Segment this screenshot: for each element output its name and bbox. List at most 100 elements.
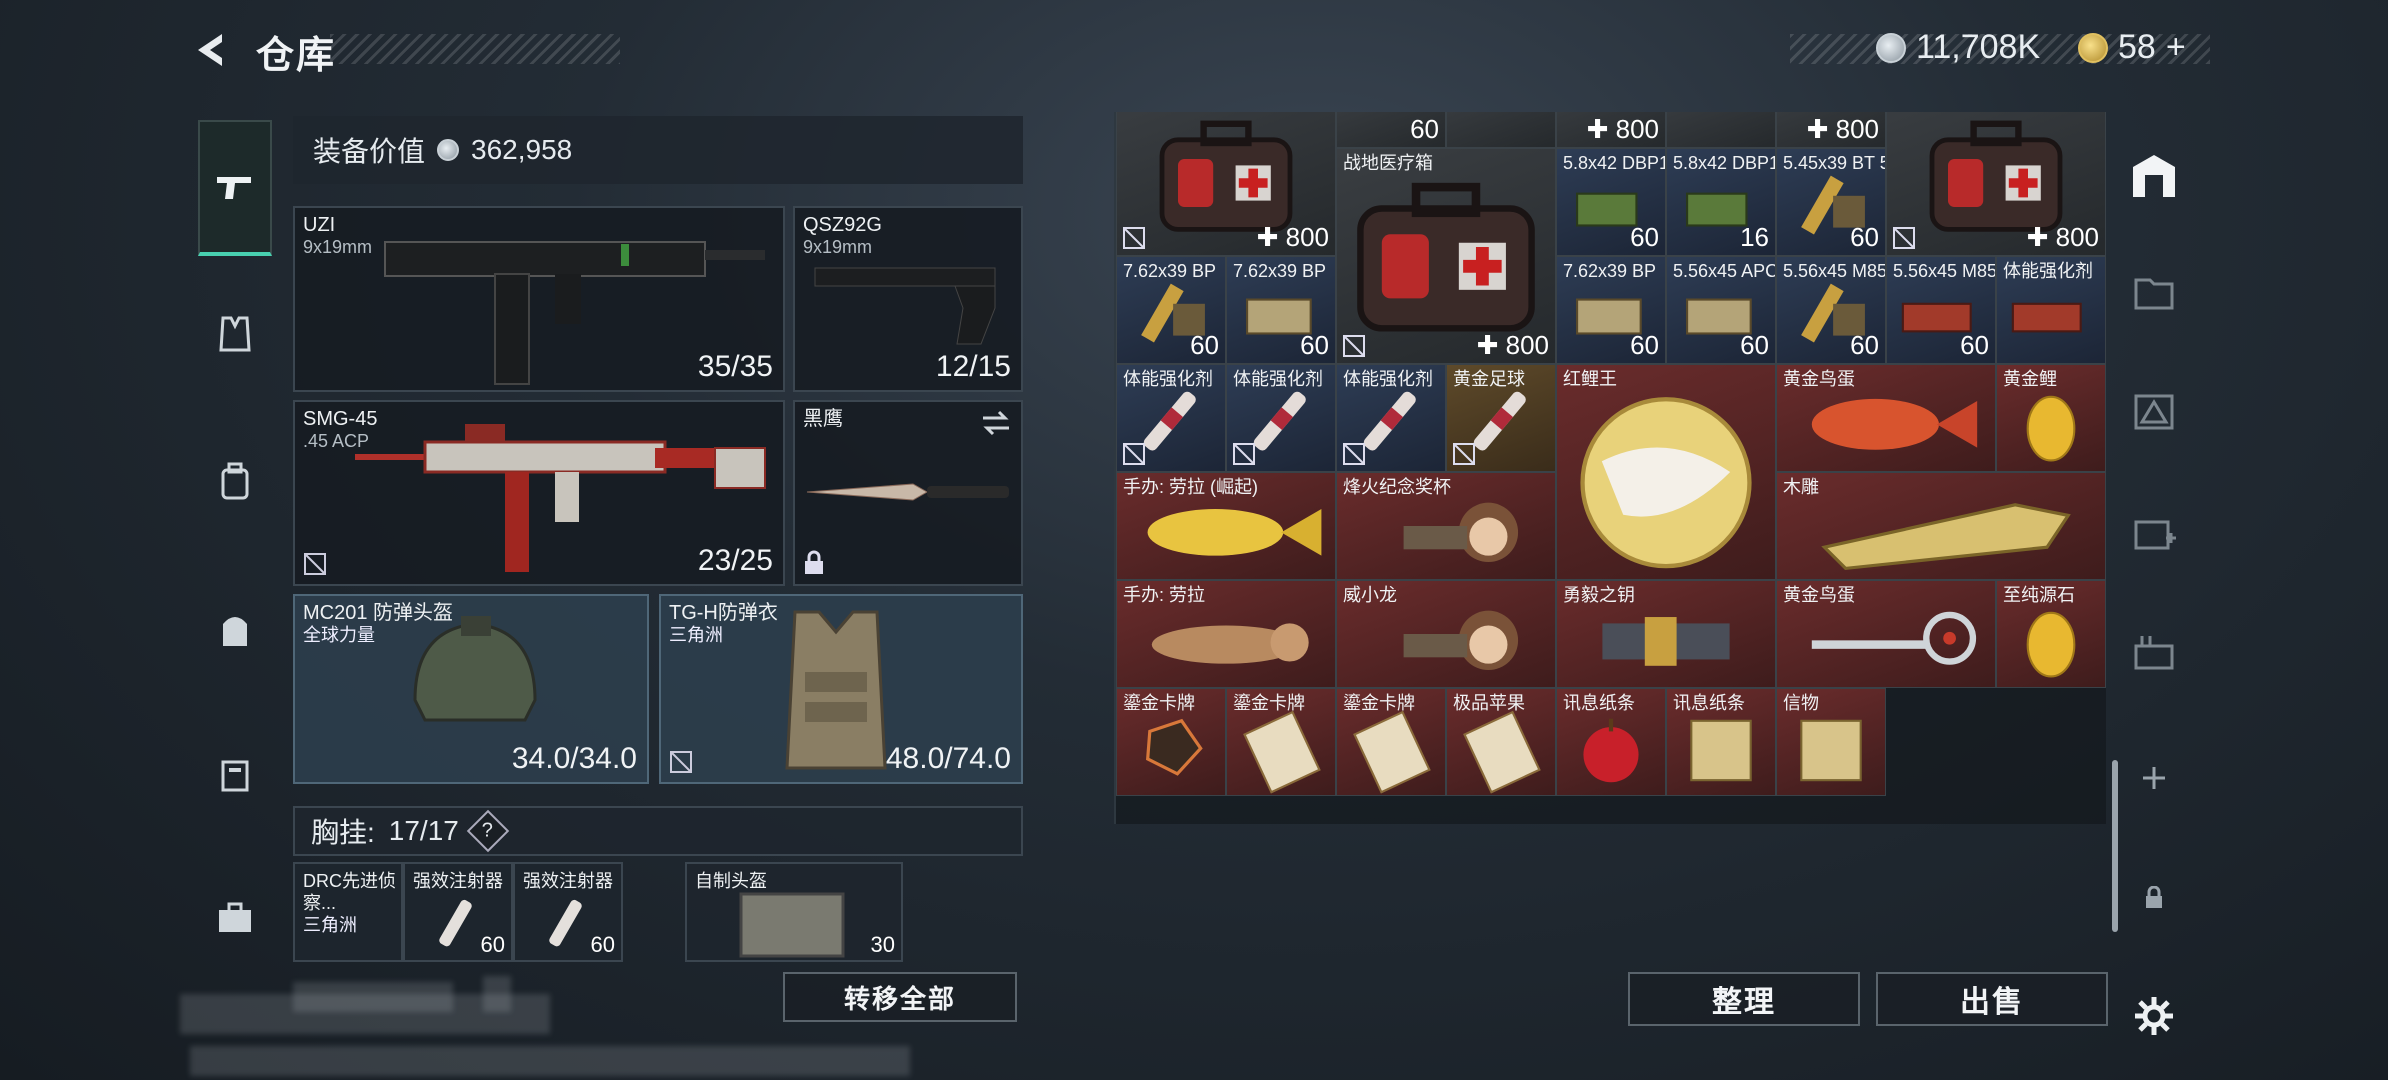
ammo-count: 35/35	[697, 350, 773, 383]
nav-backpack[interactable]	[198, 442, 272, 522]
primary-weapon-slot[interactable]: UZI 9x19mm 35/35	[293, 206, 785, 392]
stash-item[interactable]: 5.45x39 BT 5 60	[1776, 148, 1886, 256]
stash-item[interactable]: 极品苹果	[1446, 688, 1556, 796]
obscured-area	[190, 1046, 910, 1076]
stash-tab-main[interactable]	[2114, 136, 2194, 216]
no-insure-icon	[1343, 443, 1365, 465]
durability: 48.0/74.0	[885, 742, 1011, 775]
stash-item[interactable]: 黄金鲤	[1996, 364, 2106, 472]
item-name: 极品苹果	[1453, 693, 1525, 713]
stash-item[interactable]	[1446, 112, 1556, 148]
rig-item-slot[interactable]: 自制头盔 30	[685, 862, 903, 962]
item-name: 5.56x45 M855A1	[1893, 261, 1996, 281]
stash-item[interactable]: 勇毅之钥	[1556, 580, 1776, 688]
stash-tab-2[interactable]	[2114, 252, 2194, 332]
sell-button[interactable]: 出售	[1876, 972, 2108, 1026]
stash-item[interactable]: 至纯源石	[1996, 580, 2106, 688]
gear-icon[interactable]	[2114, 976, 2194, 1056]
silver-coin-icon	[1876, 32, 1906, 63]
back-arrow-icon[interactable]	[188, 28, 232, 72]
item-name: 鎏金卡牌	[1123, 693, 1195, 713]
nav-weapons[interactable]	[198, 120, 272, 256]
stash-item[interactable]: 5.8x42 DBP10 16	[1666, 148, 1776, 256]
nav-vest[interactable]	[198, 294, 272, 374]
item-name: 体能强化剂	[1233, 369, 1323, 389]
stash-item[interactable]: 5.8x42 DBP10 60	[1556, 148, 1666, 256]
case-icon	[221, 760, 249, 792]
stash-item[interactable]: 黄金足球	[1446, 364, 1556, 472]
stash-item[interactable]: 60	[1336, 112, 1446, 148]
stash-item[interactable]: ✚ 800	[1556, 112, 1666, 148]
obscured-area	[180, 994, 550, 1034]
stash-item[interactable]: ✚ 800	[1886, 112, 2106, 256]
transfer-all-button[interactable]: 转移全部	[783, 972, 1017, 1022]
sort-button[interactable]: 整理	[1628, 972, 1860, 1026]
stash-item[interactable]: 鎏金卡牌	[1336, 688, 1446, 796]
nav-case[interactable]	[198, 734, 272, 814]
stash-item[interactable]: 烽火纪念奖杯	[1336, 472, 1556, 580]
stash-tab-4[interactable]	[2114, 492, 2194, 572]
stash-item[interactable]: 鎏金卡牌	[1226, 688, 1336, 796]
stash-item[interactable]: 红鲤王	[1556, 364, 1776, 580]
rig-item-slot[interactable]: DRC先进侦察... 三角洲	[293, 862, 403, 962]
gold-currency[interactable]: 58 +	[2078, 28, 2186, 67]
item-value: ✚ 800	[1586, 114, 1659, 144]
rig-item-slot[interactable]: 强效注射器 60	[513, 862, 623, 962]
item-value: 60	[1630, 330, 1659, 360]
stash-tab-3[interactable]	[2114, 372, 2194, 452]
stash-item[interactable]: 5.56x45 APC 60	[1666, 256, 1776, 364]
stash-item[interactable]: 体能强化剂	[1336, 364, 1446, 472]
stash-item[interactable]: 鎏金卡牌	[1116, 688, 1226, 796]
stash-item[interactable]: 手办: 劳拉 (崛起)	[1116, 472, 1336, 580]
stash-tab-5[interactable]	[2114, 612, 2194, 692]
item-value: 60	[1410, 114, 1439, 144]
ammo-count: 12/15	[935, 350, 1011, 383]
stash-item[interactable]: 5.56x45 M855A1 60	[1776, 256, 1886, 364]
item-name: 手办: 劳拉 (崛起)	[1123, 477, 1258, 497]
stash-item[interactable]: 体能强化剂	[1226, 364, 1336, 472]
stash-item[interactable]: ✚ 800	[1776, 112, 1886, 148]
rig-items: DRC先进侦察... 三角洲 强效注射器 60 强效注射器 60 自制头盔 30	[293, 862, 1023, 962]
swap-icon[interactable]	[981, 410, 1011, 436]
rig-item-sub: 三角洲	[303, 915, 357, 935]
rig-item-slot[interactable]: 强效注射器 60	[403, 862, 513, 962]
stash-item[interactable]: 7.62x39 BP 60	[1116, 256, 1226, 364]
helmet-slot[interactable]: MC201 防弹头盔 全球力量 34.0/34.0	[293, 594, 649, 784]
item-name: 勇毅之钥	[1563, 585, 1635, 605]
stash-item[interactable]: 讯息纸条	[1666, 688, 1776, 796]
stash-item[interactable]: 讯息纸条	[1556, 688, 1666, 796]
stash-item[interactable]: 黄金鸟蛋	[1776, 364, 1996, 472]
stash-item[interactable]: 战地医疗箱 ✚ 800	[1336, 148, 1556, 364]
chest-rig-bar[interactable]: 胸挂: 17/17 ?	[293, 806, 1023, 856]
stash-item[interactable]: 体能强化剂	[1996, 256, 2106, 364]
stash-item[interactable]: 体能强化剂	[1116, 364, 1226, 472]
stash-item[interactable]: 手办: 劳拉	[1116, 580, 1336, 688]
lock-icon[interactable]	[2114, 858, 2194, 938]
item-value: ✚ 800	[2026, 222, 2099, 252]
add-currency-plus[interactable]: +	[2166, 28, 2186, 67]
nav-bag[interactable]	[198, 590, 272, 670]
stash-item[interactable]: ✚ 800	[1116, 112, 1336, 256]
nav-toolbox[interactable]	[198, 878, 272, 958]
rig-label: 胸挂:	[311, 817, 375, 848]
stash-grid: ✚ 800 60 ✚ 800 ✚ 800 ✚ 800 战地医疗箱 ✚ 800 5.8x42 D…	[1114, 112, 2106, 824]
secondary-weapon-slot[interactable]: SMG-45.45 ACP 23/25	[293, 400, 785, 586]
pistol-slot[interactable]: QSZ92G 9x19mm 12/15	[793, 206, 1023, 392]
ammo-count: 23/25	[697, 544, 773, 577]
stash-item[interactable]: 7.62x39 BP 60	[1226, 256, 1336, 364]
item-name: 5.56x45 APC	[1673, 261, 1776, 281]
plus-icon[interactable]	[2114, 738, 2194, 818]
melee-slot[interactable]: 黑鹰	[793, 400, 1023, 586]
stash-item[interactable]: 木雕	[1776, 472, 2106, 580]
lock-icon	[805, 550, 823, 574]
stash-item[interactable]: 威小龙	[1336, 580, 1556, 688]
stash-item[interactable]: 信物	[1776, 688, 1886, 796]
stash-item[interactable]: 5.56x45 M855A1 60	[1886, 256, 1996, 364]
silver-amount: 11,708K	[1916, 28, 2041, 66]
stash-item[interactable]: 7.62x39 BP 60	[1556, 256, 1666, 364]
helmet-image	[413, 616, 537, 722]
help-icon[interactable]: ?	[466, 809, 510, 853]
stash-item[interactable]	[1666, 112, 1776, 148]
armor-slot[interactable]: TG-H防弹衣 三角洲 48.0/74.0	[659, 594, 1023, 784]
stash-item[interactable]: 黄金鸟蛋	[1776, 580, 1996, 688]
